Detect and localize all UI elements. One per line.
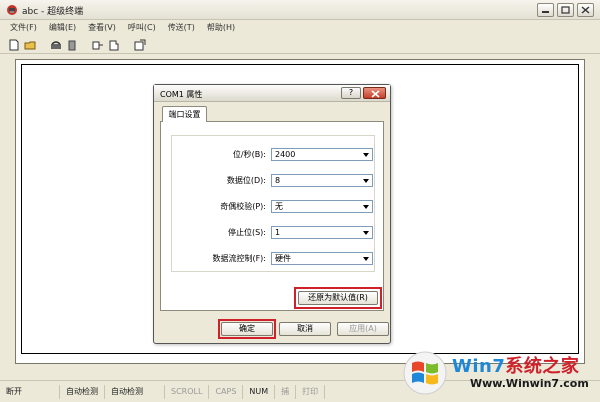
status-num: NUM [243, 384, 276, 399]
open-folder-icon [24, 41, 36, 49]
tab-panel: 位/秒(B): 2400 数据位(D): 8 奇偶校验(P): 无 停止位(S)… [160, 121, 384, 311]
watermark-brand: Win7系统之家 [452, 352, 579, 378]
chevron-down-icon [363, 179, 369, 183]
menu-edit[interactable]: 编辑(E) [49, 22, 76, 33]
select-value: 8 [275, 176, 281, 185]
field-parity: 奇偶校验(P): 无 [172, 200, 376, 214]
status-print: 打印 [296, 384, 326, 399]
window-title: abc - 超级终端 [22, 7, 84, 17]
field-stop-bits: 停止位(S): 1 [172, 226, 376, 240]
dialog-titlebar: COM1 属性 ? [154, 85, 390, 102]
status-capture: 捕 [275, 384, 297, 399]
phone-icon [51, 40, 61, 49]
window-controls [537, 3, 594, 17]
properties-icon [134, 39, 146, 50]
field-label: 数据流控制(F): [212, 254, 266, 263]
properties-button[interactable] [134, 39, 146, 51]
com1-properties-dialog: COM1 属性 ? 端口设置 位/秒(B): 2400 数据位(D): 8 奇偶… [153, 84, 391, 344]
flow-control-select[interactable]: 硬件 [271, 252, 373, 265]
menu-transfer[interactable]: 传送(T) [168, 22, 195, 33]
watermark-brand-b: 系统之家 [505, 356, 580, 377]
stop-bits-select[interactable]: 1 [271, 226, 373, 239]
send-button[interactable] [92, 39, 104, 51]
field-label: 奇偶校验(P): [220, 202, 266, 211]
dialog-help-button[interactable]: ? [341, 87, 361, 99]
chevron-down-icon [363, 153, 369, 157]
dialog-title: COM1 属性 [160, 90, 203, 99]
new-button[interactable] [8, 39, 20, 51]
field-label: 位/秒(B): [232, 150, 266, 159]
window-titlebar: abc - 超级终端 [0, 0, 600, 20]
send-icon [92, 41, 103, 49]
select-value: 1 [275, 228, 281, 237]
close-icon [581, 6, 590, 14]
menu-bar: 文件(F) 编辑(E) 查看(V) 呼叫(C) 传送(T) 帮助(H) [0, 20, 600, 35]
field-data-bits: 数据位(D): 8 [172, 174, 376, 188]
status-scroll: SCROLL [165, 384, 210, 399]
field-label: 停止位(S): [227, 228, 266, 237]
apply-button[interactable]: 应用(A) [337, 322, 389, 336]
status-detect-2: 自动检测 [105, 384, 165, 399]
select-value: 无 [275, 202, 283, 211]
ok-button[interactable]: 确定 [221, 322, 273, 336]
chevron-down-icon [363, 231, 369, 235]
watermark-brand-a: Win7 [452, 356, 506, 377]
windows-logo-icon [403, 351, 447, 395]
data-bits-select[interactable]: 8 [271, 174, 373, 187]
status-connection: 断开 [0, 384, 60, 399]
maximize-icon [561, 6, 570, 14]
toolbar [0, 36, 600, 54]
field-baud-rate: 位/秒(B): 2400 [172, 148, 376, 162]
receive-button[interactable] [108, 39, 120, 51]
tab-port-settings[interactable]: 端口设置 [162, 106, 207, 122]
status-caps: CAPS [209, 384, 244, 399]
cancel-button[interactable]: 取消 [279, 322, 331, 336]
dialog-close-button[interactable] [363, 87, 386, 99]
menu-call[interactable]: 呼叫(C) [128, 22, 156, 33]
chevron-down-icon [363, 257, 369, 261]
hangup-icon [68, 40, 76, 50]
menu-help[interactable]: 帮助(H) [207, 22, 235, 33]
watermark-url: Www.Winwin7.com [470, 377, 589, 390]
minimize-button[interactable] [537, 3, 554, 17]
close-button[interactable] [577, 3, 594, 17]
settings-group: 位/秒(B): 2400 数据位(D): 8 奇偶校验(P): 无 停止位(S)… [171, 135, 375, 272]
select-value: 硬件 [275, 254, 291, 263]
disconnect-button[interactable] [66, 39, 78, 51]
chevron-down-icon [363, 205, 369, 209]
close-icon [371, 90, 380, 98]
menu-file[interactable]: 文件(F) [10, 22, 37, 33]
parity-select[interactable]: 无 [271, 200, 373, 213]
select-value: 2400 [275, 150, 296, 159]
baud-rate-select[interactable]: 2400 [271, 148, 373, 161]
connect-button[interactable] [50, 39, 62, 51]
hyperterminal-icon [7, 5, 17, 15]
maximize-button[interactable] [557, 3, 574, 17]
minimize-icon [542, 11, 549, 13]
receive-icon [109, 40, 119, 50]
restore-defaults-button[interactable]: 还原为默认值(R) [298, 291, 378, 305]
field-flow-control: 数据流控制(F): 硬件 [172, 252, 376, 266]
open-button[interactable] [24, 39, 36, 51]
menu-view[interactable]: 查看(V) [88, 22, 116, 33]
status-detect-1: 自动检测 [60, 384, 105, 399]
field-label: 数据位(D): [226, 176, 266, 185]
new-file-icon [9, 39, 19, 50]
